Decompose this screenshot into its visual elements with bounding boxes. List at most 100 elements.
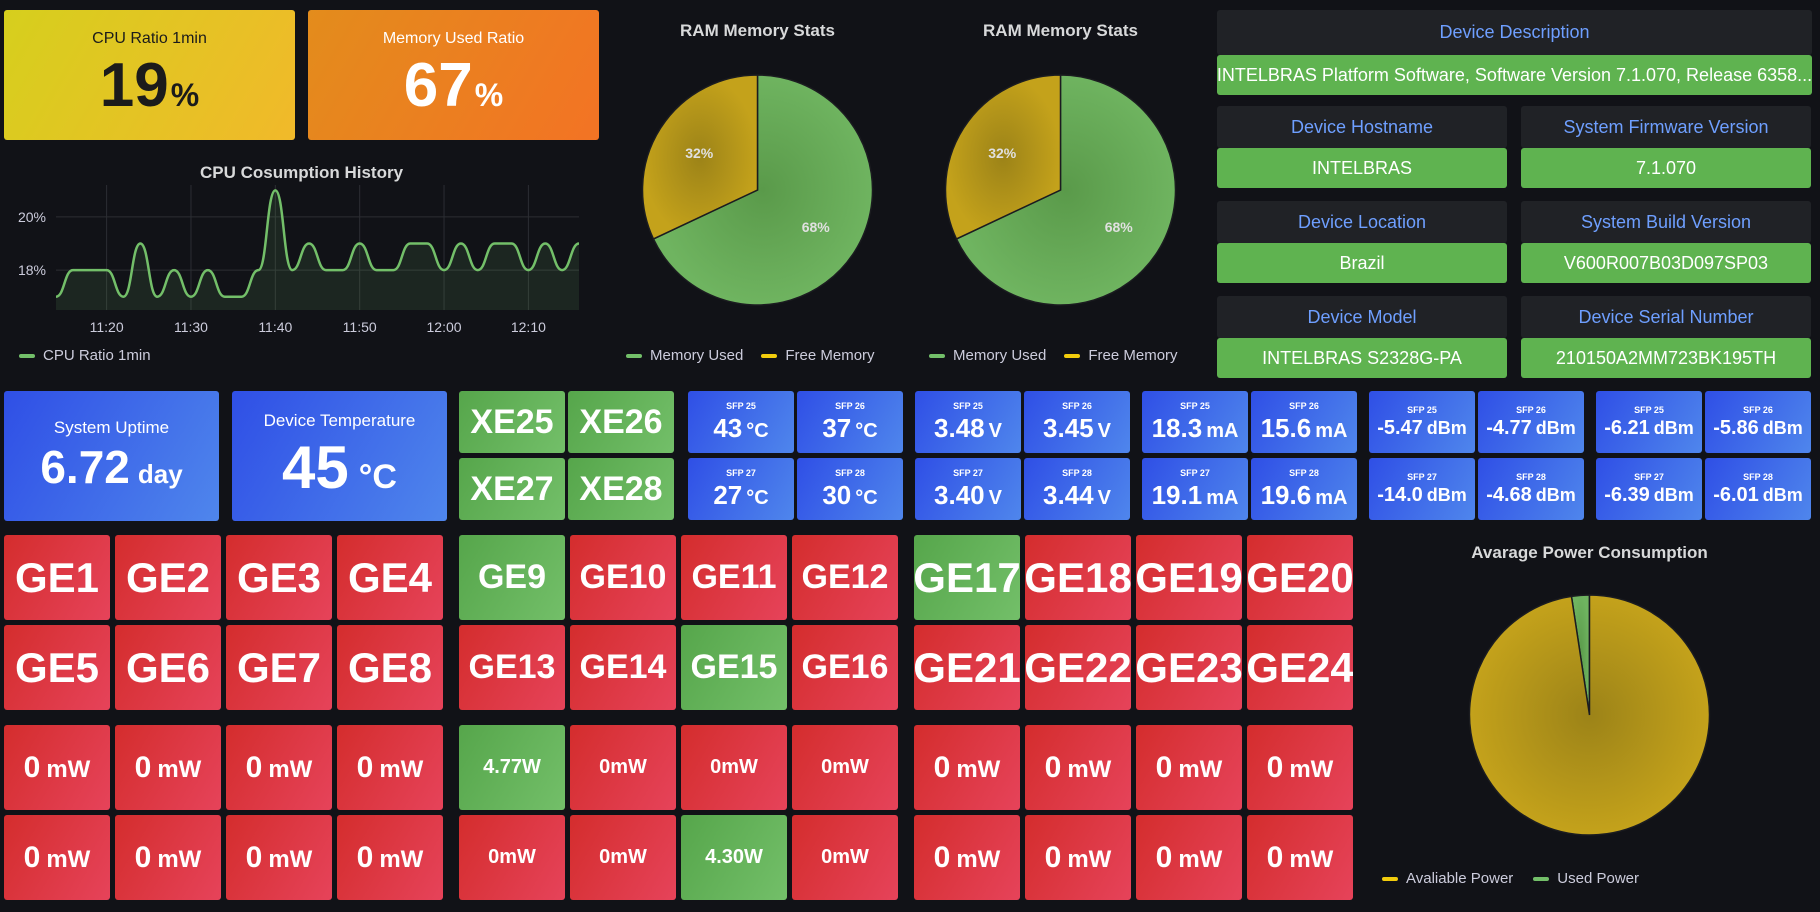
sfp-value: 37 °C bbox=[822, 412, 878, 443]
x-tick-label: 12:10 bbox=[511, 319, 546, 335]
port-ge13[interactable]: GE13 bbox=[459, 625, 565, 710]
sfp-value: -5.47 dBm bbox=[1377, 416, 1467, 439]
device-location-value: Brazil bbox=[1217, 243, 1507, 283]
port-ge4[interactable]: GE4 bbox=[337, 535, 443, 620]
port-ge15[interactable]: GE15 bbox=[681, 625, 787, 710]
port-ge9[interactable]: GE9 bbox=[459, 535, 565, 620]
cpu-ratio-panel: CPU Ratio 1min 19% bbox=[4, 10, 295, 140]
port-ge5[interactable]: GE5 bbox=[4, 625, 110, 710]
sfp-rx-power-28: SFP 28 -6.01 dBm bbox=[1705, 458, 1811, 520]
y-tick-label: 20% bbox=[18, 209, 46, 225]
sfp-value: 3.44 V bbox=[1043, 479, 1111, 510]
port-ge11[interactable]: GE11 bbox=[681, 535, 787, 620]
cpu-history-legend[interactable]: CPU Ratio 1min bbox=[19, 347, 151, 364]
port-ge3[interactable]: GE3 bbox=[226, 535, 332, 620]
sfp-voltage-26: SFP 26 3.45 V bbox=[1024, 391, 1130, 453]
port-ge24[interactable]: GE24 bbox=[1247, 625, 1353, 710]
port-ge19[interactable]: GE19 bbox=[1136, 535, 1242, 620]
poe-power-ge13: 0mW bbox=[459, 815, 565, 900]
system-firmware-label: System Firmware Version bbox=[1521, 106, 1811, 148]
port-ge22[interactable]: GE22 bbox=[1025, 625, 1131, 710]
sfp-label: SFP 27 bbox=[953, 467, 983, 478]
port-ge1[interactable]: GE1 bbox=[4, 535, 110, 620]
system-build-label: System Build Version bbox=[1521, 201, 1811, 243]
poe-power-ge17: 0 mW bbox=[914, 725, 1020, 810]
port-xe25[interactable]: XE25 bbox=[459, 391, 565, 453]
sfp-value: -4.68 dBm bbox=[1486, 483, 1576, 506]
legend-swatch-icon bbox=[929, 353, 945, 358]
cpu-ratio-title: CPU Ratio 1min bbox=[92, 29, 207, 47]
port-xe28[interactable]: XE28 bbox=[568, 458, 674, 520]
sfp-tx-power-25: SFP 25 -5.47 dBm bbox=[1369, 391, 1475, 453]
port-ge10[interactable]: GE10 bbox=[570, 535, 676, 620]
sfp-bias-current-27: SFP 27 19.1 mA bbox=[1142, 458, 1248, 520]
device-location-label: Device Location bbox=[1217, 201, 1507, 243]
port-ge17[interactable]: GE17 bbox=[914, 535, 1020, 620]
port-xe27[interactable]: XE27 bbox=[459, 458, 565, 520]
legend-swatch-icon bbox=[761, 353, 778, 358]
sfp-tx-power-27: SFP 27 -14.0 dBm bbox=[1369, 458, 1475, 520]
cpu-ratio-value: 19% bbox=[99, 50, 200, 120]
legend-swatch-icon bbox=[1533, 876, 1550, 881]
port-ge23[interactable]: GE23 bbox=[1136, 625, 1242, 710]
legend-swatch-icon bbox=[19, 353, 35, 358]
pie-percent-label: 68% bbox=[802, 219, 831, 235]
sfp-value: 19.6 mA bbox=[1260, 479, 1348, 510]
device-serial-value: 210150A2MM723BK195TH bbox=[1521, 338, 1811, 378]
poe-power-ge8: 0 mW bbox=[337, 815, 443, 900]
port-ge12[interactable]: GE12 bbox=[792, 535, 898, 620]
x-tick-label: 11:40 bbox=[258, 319, 292, 335]
port-ge7[interactable]: GE7 bbox=[226, 625, 332, 710]
port-xe26[interactable]: XE26 bbox=[568, 391, 674, 453]
sfp-rx-power-27: SFP 27 -6.39 dBm bbox=[1596, 458, 1702, 520]
poe-power-ge16: 0mW bbox=[792, 815, 898, 900]
port-ge20[interactable]: GE20 bbox=[1247, 535, 1353, 620]
legend-swatch-icon bbox=[626, 353, 642, 358]
sfp-voltage-27: SFP 27 3.40 V bbox=[915, 458, 1021, 520]
poe-power-ge3: 0 mW bbox=[226, 725, 332, 810]
device-temperature-title: Device Temperature bbox=[263, 410, 416, 430]
sfp-label: SFP 26 bbox=[1743, 404, 1773, 415]
poe-power-ge4: 0 mW bbox=[337, 725, 443, 810]
device-description-label: Device Description bbox=[1217, 10, 1812, 55]
sfp-label: SFP 27 bbox=[726, 467, 756, 478]
port-ge8[interactable]: GE8 bbox=[337, 625, 443, 710]
poe-power-ge12: 0mW bbox=[792, 725, 898, 810]
sfp-label: SFP 28 bbox=[1743, 471, 1773, 482]
cpu-series-area bbox=[56, 190, 579, 310]
sfp-value: -6.39 dBm bbox=[1604, 483, 1694, 506]
poe-power-ge5: 0 mW bbox=[4, 815, 110, 900]
sfp-label: SFP 28 bbox=[1062, 467, 1092, 478]
sfp-voltage-28: SFP 28 3.44 V bbox=[1024, 458, 1130, 520]
poe-power-ge15: 4.30W bbox=[681, 815, 787, 900]
port-ge16[interactable]: GE16 bbox=[792, 625, 898, 710]
sfp-label: SFP 27 bbox=[1634, 471, 1664, 482]
ram-stats-panel-1: RAM Memory Stats 68% 32% Memory Used Free… bbox=[610, 10, 905, 370]
sfp-rx-power-25: SFP 25 -6.21 dBm bbox=[1596, 391, 1702, 453]
sfp-temperature-28: SFP 28 30 °C bbox=[797, 458, 903, 520]
port-ge6[interactable]: GE6 bbox=[115, 625, 221, 710]
poe-power-ge23: 0 mW bbox=[1136, 815, 1242, 900]
memory-ratio-panel: Memory Used Ratio 67% bbox=[308, 10, 599, 140]
y-tick-label: 18% bbox=[18, 262, 46, 278]
sfp-label: SFP 25 bbox=[1407, 404, 1437, 415]
port-ge14[interactable]: GE14 bbox=[570, 625, 676, 710]
cpu-history-chart: 18% 20% 11:20 11:30 11:40 11:50 12:00 12:10 bbox=[18, 185, 580, 335]
sfp-value: 18.3 mA bbox=[1151, 412, 1239, 443]
legend-swatch-icon bbox=[1382, 876, 1398, 881]
poe-power-ge11: 0mW bbox=[681, 725, 787, 810]
device-description-value: INTELBRAS Platform Software, Software Ve… bbox=[1217, 55, 1812, 95]
port-ge2[interactable]: GE2 bbox=[115, 535, 221, 620]
sfp-label: SFP 28 bbox=[835, 467, 865, 478]
poe-power-ge1: 0 mW bbox=[4, 725, 110, 810]
device-temperature-value: 45 °C bbox=[282, 433, 397, 501]
pie-percent-label: 68% bbox=[1105, 219, 1134, 235]
port-ge21[interactable]: GE21 bbox=[914, 625, 1020, 710]
sfp-value: 27 °C bbox=[713, 479, 769, 510]
system-uptime-panel: System Uptime 6.72 day bbox=[4, 391, 219, 521]
sfp-rx-power-26: SFP 26 -5.86 dBm bbox=[1705, 391, 1811, 453]
device-hostname-label: Device Hostname bbox=[1217, 106, 1507, 148]
pie-slice-avaliable-power[interactable] bbox=[1468, 594, 1711, 836]
sfp-tx-power-28: SFP 28 -4.68 dBm bbox=[1478, 458, 1584, 520]
port-ge18[interactable]: GE18 bbox=[1025, 535, 1131, 620]
